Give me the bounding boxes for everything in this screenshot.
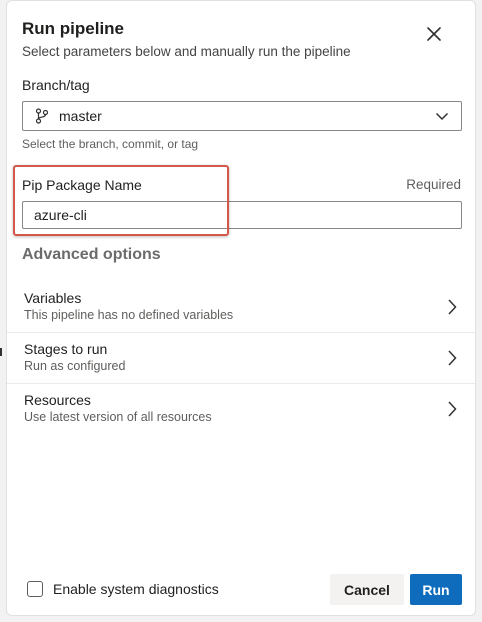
dialog-title: Run pipeline bbox=[22, 19, 124, 38]
option-subtitle: This pipeline has no defined variables bbox=[24, 308, 234, 322]
system-diagnostics-label: Enable system diagnostics bbox=[53, 581, 219, 597]
pip-package-label: Pip Package Name bbox=[22, 177, 142, 193]
system-diagnostics-checkbox[interactable] bbox=[27, 581, 43, 597]
edge-mark bbox=[0, 348, 2, 356]
branch-dropdown[interactable]: master bbox=[22, 101, 462, 131]
stages-to-run-option[interactable]: Stages to run Run as configured bbox=[7, 332, 475, 383]
close-icon[interactable] bbox=[425, 25, 443, 43]
branch-hint: Select the branch, commit, or tag bbox=[22, 137, 199, 151]
chevron-right-icon bbox=[448, 350, 457, 366]
cancel-button[interactable]: Cancel bbox=[330, 574, 404, 605]
option-title: Variables bbox=[24, 290, 82, 306]
dialog-subtitle: Select parameters below and manually run… bbox=[22, 44, 351, 59]
advanced-options-heading: Advanced options bbox=[22, 246, 161, 263]
branch-value: master bbox=[59, 108, 102, 124]
git-branch-icon bbox=[35, 108, 49, 124]
chevron-right-icon bbox=[448, 401, 457, 417]
resources-option[interactable]: Resources Use latest version of all reso… bbox=[7, 383, 475, 434]
option-title: Resources bbox=[24, 392, 91, 408]
run-pipeline-dialog: Run pipeline Select parameters below and… bbox=[6, 0, 476, 616]
run-button[interactable]: Run bbox=[410, 574, 462, 605]
variables-option[interactable]: Variables This pipeline has no defined v… bbox=[7, 282, 475, 333]
chevron-right-icon bbox=[448, 299, 457, 315]
option-title: Stages to run bbox=[24, 341, 108, 357]
option-subtitle: Use latest version of all resources bbox=[24, 410, 212, 424]
required-indicator: Required bbox=[406, 177, 461, 192]
chevron-down-icon bbox=[435, 112, 449, 121]
branch-label: Branch/tag bbox=[22, 77, 90, 93]
pip-package-input[interactable] bbox=[22, 201, 462, 229]
option-subtitle: Run as configured bbox=[24, 359, 126, 373]
